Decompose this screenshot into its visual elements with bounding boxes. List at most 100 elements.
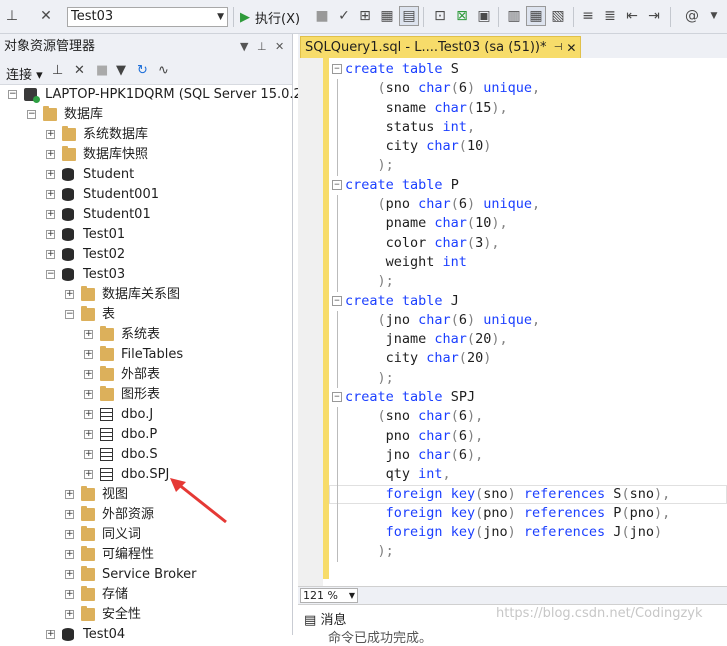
collapse-toggle-icon[interactable]: − [65,310,74,319]
collapse-toggle-icon[interactable]: − [8,90,17,99]
expand-toggle-icon[interactable]: + [65,610,74,619]
collapse-toggle-icon[interactable]: − [27,110,36,119]
execute-button[interactable]: ▶ 执行(X) [240,7,300,27]
code-line[interactable]: weight int [329,252,727,273]
connect-button[interactable]: 连接 ▾ [6,64,43,83]
expand-toggle-icon[interactable]: + [84,370,93,379]
code-line[interactable]: qty int, [329,465,727,485]
expand-toggle-icon[interactable]: + [46,210,55,219]
filter-icon[interactable]: ▼ [116,63,126,78]
database-dropdown[interactable]: Test03 ▼ [67,7,228,27]
tree-node[interactable]: + Student01 [0,205,292,225]
expand-toggle-icon[interactable]: + [65,530,74,539]
code-line[interactable]: status int, [329,117,727,138]
pin-icon[interactable]: ⊣ [554,37,563,59]
code-line[interactable]: ); [329,272,727,292]
code-line[interactable]: foreign key(pno) references P(pno), [329,503,727,524]
code-area[interactable]: − create table S (sno char(6) unique, sna… [329,60,727,562]
code-line[interactable]: foreign key(jno) references J(jno) [329,523,727,543]
code-line[interactable]: ); [329,542,727,562]
expand-toggle-icon[interactable]: + [84,350,93,359]
connect-icon[interactable]: ⊥ [52,63,63,78]
tree-node[interactable]: + 数据库快照 [0,145,292,165]
close-icon[interactable]: ✕ [275,34,284,59]
tab-messages[interactable]: ▤ 消息 [304,609,346,628]
disconnect-icon[interactable]: ✕ [74,63,85,78]
code-line[interactable]: foreign key(sno) references S(sno), [329,484,727,504]
tree-node[interactable]: + 视图 [0,485,292,505]
expand-toggle-icon[interactable]: + [65,590,74,599]
code-line[interactable]: pname char(10), [329,214,727,234]
tree-node[interactable]: + 安全性 [0,605,292,625]
pin-icon[interactable]: ⊥ [257,34,267,59]
code-line[interactable]: jno char(6), [329,445,727,466]
expand-toggle-icon[interactable]: + [65,490,74,499]
code-line[interactable]: ); [329,368,727,389]
tree-node[interactable]: − 数据库 [0,105,292,125]
results-to-file-icon[interactable]: ▧ [548,6,568,26]
code-line[interactable]: − create table P [329,176,727,195]
expand-toggle-icon[interactable]: + [84,430,93,439]
comment-icon[interactable]: ≡ [578,6,598,26]
code-line[interactable]: (sno char(6) unique, [329,79,727,99]
tree-node[interactable]: + 数据库关系图 [0,285,292,305]
query-plan-icon[interactable]: ⊞ [355,6,375,26]
expand-toggle-icon[interactable]: + [84,330,93,339]
code-line[interactable]: (sno char(6), [329,407,727,427]
tab-sqlquery1[interactable]: SQLQuery1.sql - L....Test03 (sa (51))* ⊣… [300,36,582,59]
code-line[interactable]: pno char(6), [329,426,727,446]
tree-node[interactable]: + Student001 [0,185,292,205]
fold-toggle-icon[interactable]: − [332,64,342,74]
client-stats-icon[interactable]: ▣ [474,6,494,26]
expand-toggle-icon[interactable]: + [65,510,74,519]
expand-toggle-icon[interactable]: + [84,470,93,479]
tree-node[interactable]: + Test01 [0,225,292,245]
tree-node[interactable]: + 同义词 [0,525,292,545]
indent-icon[interactable]: ⇥ [644,6,664,26]
live-stats-icon[interactable]: ⊠ [452,6,472,26]
tree-node[interactable]: + 系统数据库 [0,125,292,145]
chevron-down-icon[interactable]: ▼ [704,6,724,26]
tree-node[interactable]: + 可编程性 [0,545,292,565]
expand-toggle-icon[interactable]: + [65,550,74,559]
expand-toggle-icon[interactable]: + [84,450,93,459]
expand-toggle-icon[interactable]: + [46,190,55,199]
expand-toggle-icon[interactable]: + [46,250,55,259]
results-text-icon[interactable]: ▤ [399,6,419,26]
panel-menu-icon[interactable]: ▼ [240,34,248,59]
disconnect-icon[interactable]: ✕ [36,6,56,26]
stop-icon[interactable]: ■ [96,63,108,78]
tree-node[interactable]: + dbo.SPJ [0,465,292,485]
tree-node[interactable]: + Service Broker [0,565,292,585]
expand-toggle-icon[interactable]: + [46,150,55,159]
results-to-text-icon[interactable]: ▥ [504,6,524,26]
tree-node[interactable]: − LAPTOP-HPK1DQRM (SQL Server 15.0.200 [0,85,318,105]
code-line[interactable]: sname char(15), [329,98,727,118]
expand-toggle-icon[interactable]: + [84,390,93,399]
expand-toggle-icon[interactable]: + [84,410,93,419]
fold-toggle-icon[interactable]: − [332,295,342,306]
specify-values-icon[interactable]: @ [680,6,704,26]
code-line[interactable]: color char(3), [329,233,727,253]
tree-node[interactable]: + Test04 [0,625,292,645]
collapse-toggle-icon[interactable]: − [46,270,55,279]
fold-toggle-icon[interactable]: − [332,179,342,190]
tree-node[interactable]: + dbo.P [0,425,292,445]
close-icon[interactable]: ✕ [566,37,576,59]
include-plan-icon[interactable]: ⊡ [430,6,450,26]
code-line[interactable]: city char(20) [329,349,727,369]
code-line[interactable]: city char(10) [329,137,727,157]
zoom-dropdown[interactable]: 121 % ▼ [300,588,358,603]
results-grid-icon[interactable]: ▦ [377,6,397,26]
tree-node[interactable]: + Test02 [0,245,292,265]
expand-toggle-icon[interactable]: + [46,230,55,239]
results-to-grid-icon[interactable]: ▦ [526,6,546,26]
tree-node[interactable]: + FileTables [0,345,292,365]
tree-node[interactable]: − 表 [0,305,292,325]
tree-node[interactable]: + 存储 [0,585,292,605]
tree-node[interactable]: + 图形表 [0,385,292,405]
expand-toggle-icon[interactable]: + [46,170,55,179]
refresh-icon[interactable]: ↻ [137,63,148,78]
code-line[interactable]: (pno char(6) unique, [329,195,727,215]
code-line[interactable]: − create table SPJ [329,388,727,407]
